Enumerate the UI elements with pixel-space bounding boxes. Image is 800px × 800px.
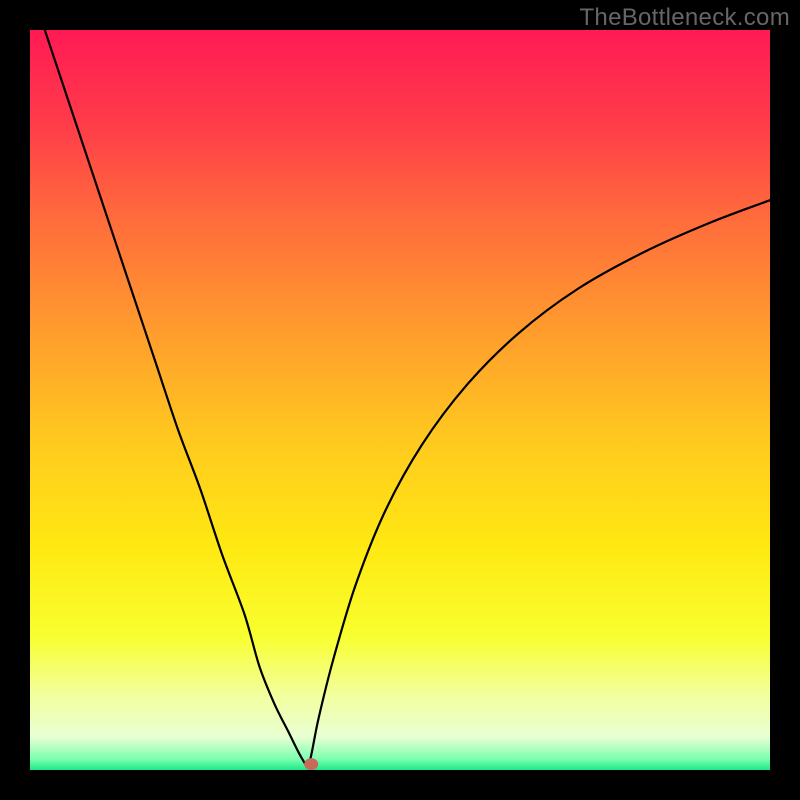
gradient-background (30, 30, 770, 770)
plot-area (30, 30, 770, 770)
plot-svg (30, 30, 770, 770)
chart-frame: TheBottleneck.com (0, 0, 800, 800)
watermark-text: TheBottleneck.com (579, 4, 790, 32)
optimal-point-marker (304, 758, 318, 770)
